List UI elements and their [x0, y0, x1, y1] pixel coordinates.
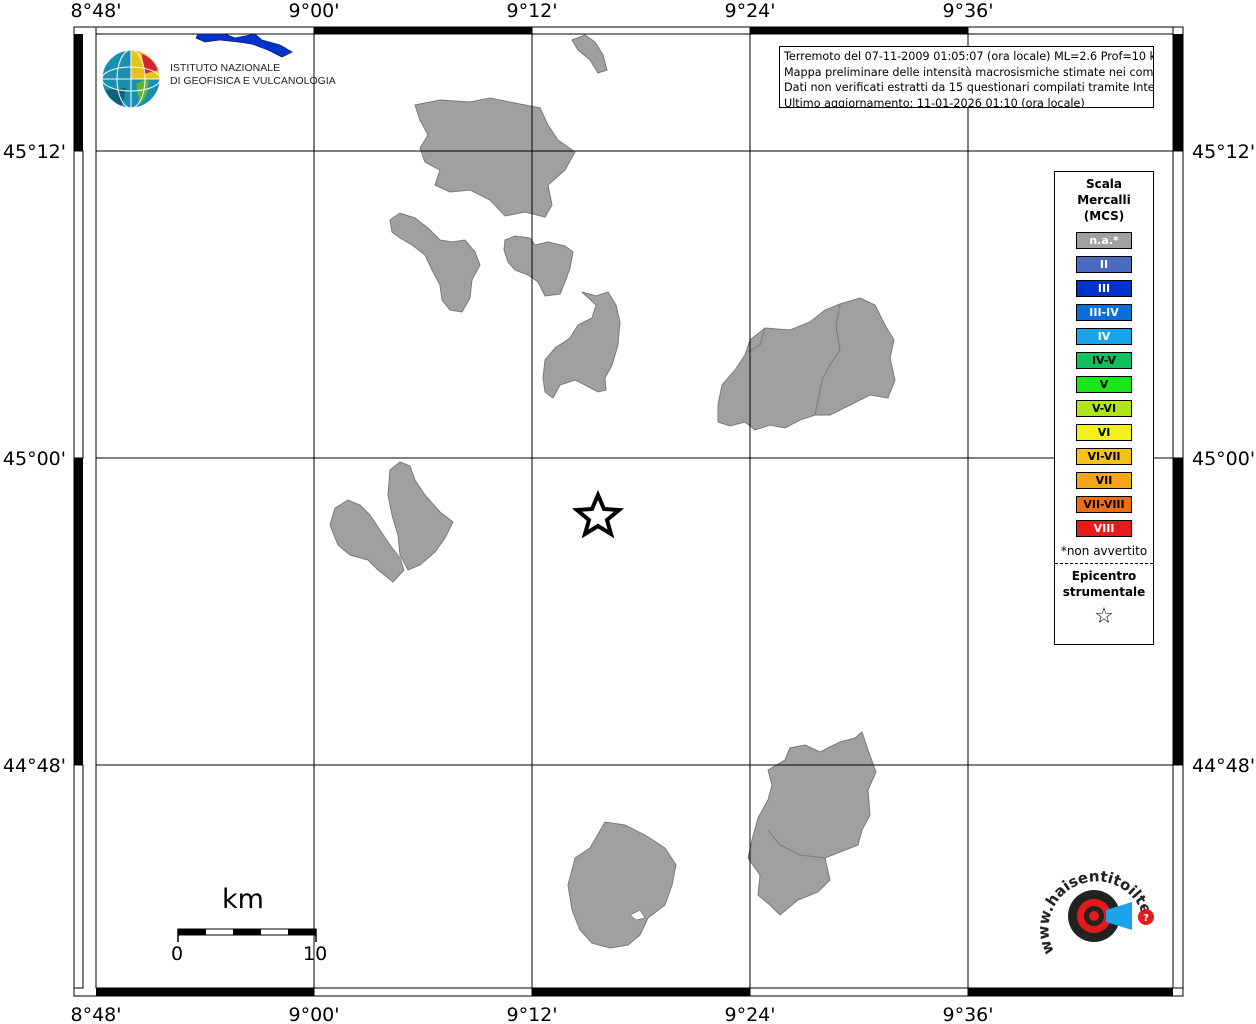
- lon-label: 9°36': [943, 1004, 994, 1024]
- ingv-logo-line-1: ISTITUTO NAZIONALE: [170, 62, 281, 74]
- legend-items: n.a.* II III III-IV IV IV-V V V-VI VI VI-VII VII VI…: [1055, 232, 1153, 537]
- lat-label: 45°12': [3, 141, 66, 163]
- svg-text:?: ?: [1143, 913, 1149, 924]
- legend-epicenter-label: Epicentro strumentale: [1055, 568, 1153, 600]
- legend-star-icon: ☆: [1094, 604, 1114, 629]
- lat-label: 44°48': [3, 755, 66, 777]
- legend-epicenter-line: strumentale: [1062, 585, 1146, 599]
- lon-label: 9°24': [725, 0, 776, 22]
- scale-unit-label: km: [222, 884, 264, 915]
- legend-epicenter-line: Epicentro: [1071, 569, 1137, 583]
- lon-label: 9°36': [943, 0, 994, 22]
- legend-item: V: [1076, 376, 1132, 393]
- lon-label: 9°12': [507, 1004, 558, 1024]
- lon-label: 8°48': [71, 1004, 122, 1024]
- info-line-source: Dati non verificati estratti da 15 quest…: [784, 81, 1154, 94]
- legend-item: VI-VII: [1076, 448, 1132, 465]
- legend-item: VII: [1076, 472, 1132, 489]
- legend-item: IV-V: [1076, 352, 1132, 369]
- lat-label: 45°00': [1192, 448, 1255, 470]
- lat-label: 45°12': [1192, 141, 1255, 163]
- lat-labels-left: 45°12' 45°00' 44°48': [3, 141, 66, 777]
- legend-note: *non avvertito: [1060, 544, 1148, 558]
- info-line-description: Mappa preliminare delle intensità macros…: [784, 65, 1154, 79]
- globe-icon: [101, 49, 161, 109]
- lon-label: 8°48': [71, 0, 122, 22]
- lon-label: 9°12': [507, 0, 558, 22]
- legend-title-line: Mercalli: [1077, 193, 1131, 207]
- scale-label-start: 0: [171, 943, 184, 965]
- lon-labels-top: 8°48' 9°00' 9°12' 9°24' 9°36': [71, 0, 994, 22]
- lon-label: 9°00': [289, 1004, 340, 1024]
- legend-item: V-VI: [1076, 400, 1132, 417]
- legend-item: VI: [1076, 424, 1132, 441]
- legend-title: Scala Mercalli (MCS): [1055, 176, 1153, 224]
- lon-label: 9°00': [289, 0, 340, 22]
- legend-separator: [1055, 563, 1153, 564]
- lat-labels-right: 45°12' 45°00' 44°48': [1192, 141, 1255, 777]
- legend-item: III: [1076, 280, 1132, 297]
- legend-item: IV: [1076, 328, 1132, 345]
- info-line-updated: Ultimo aggiornamento: 11-01-2026 01:10 (…: [784, 96, 1085, 108]
- intensity-legend: Scala Mercalli (MCS) n.a.* II III III-IV IV I…: [1054, 171, 1154, 645]
- legend-title-line: (MCS): [1083, 209, 1125, 223]
- legend-item: VIII: [1076, 520, 1132, 537]
- legend-item: II: [1076, 256, 1132, 273]
- ingv-logo-line-2: DI GEOFISICA E VULCANOLOGIA: [170, 75, 336, 87]
- legend-title-line: Scala: [1085, 177, 1123, 191]
- legend-item: n.a.*: [1076, 232, 1132, 249]
- event-info-box: Terremoto del 07-11-2009 01:05:07 (ora l…: [779, 46, 1154, 108]
- ingv-logo: ISTITUTO NAZIONALE DI GEOFISICA E VULCAN…: [100, 48, 336, 110]
- haisentito-logo[interactable]: www.haisentitoilterremoto.it ?: [1028, 846, 1166, 980]
- lat-label: 45°00': [3, 448, 66, 470]
- lon-labels-bottom: 8°48' 9°00' 9°12' 9°24' 9°36': [71, 1004, 994, 1024]
- scale-label-end: 10: [303, 943, 328, 965]
- legend-item: III-IV: [1076, 304, 1132, 321]
- haisentito-logo-graphic: www.haisentitoilterremoto.it ?: [1028, 846, 1158, 957]
- lat-label: 44°48': [1192, 755, 1255, 777]
- info-line-event: Terremoto del 07-11-2009 01:05:07 (ora l…: [784, 50, 1154, 63]
- lon-label: 9°24': [725, 1004, 776, 1024]
- legend-item: VII-VIII: [1076, 496, 1132, 513]
